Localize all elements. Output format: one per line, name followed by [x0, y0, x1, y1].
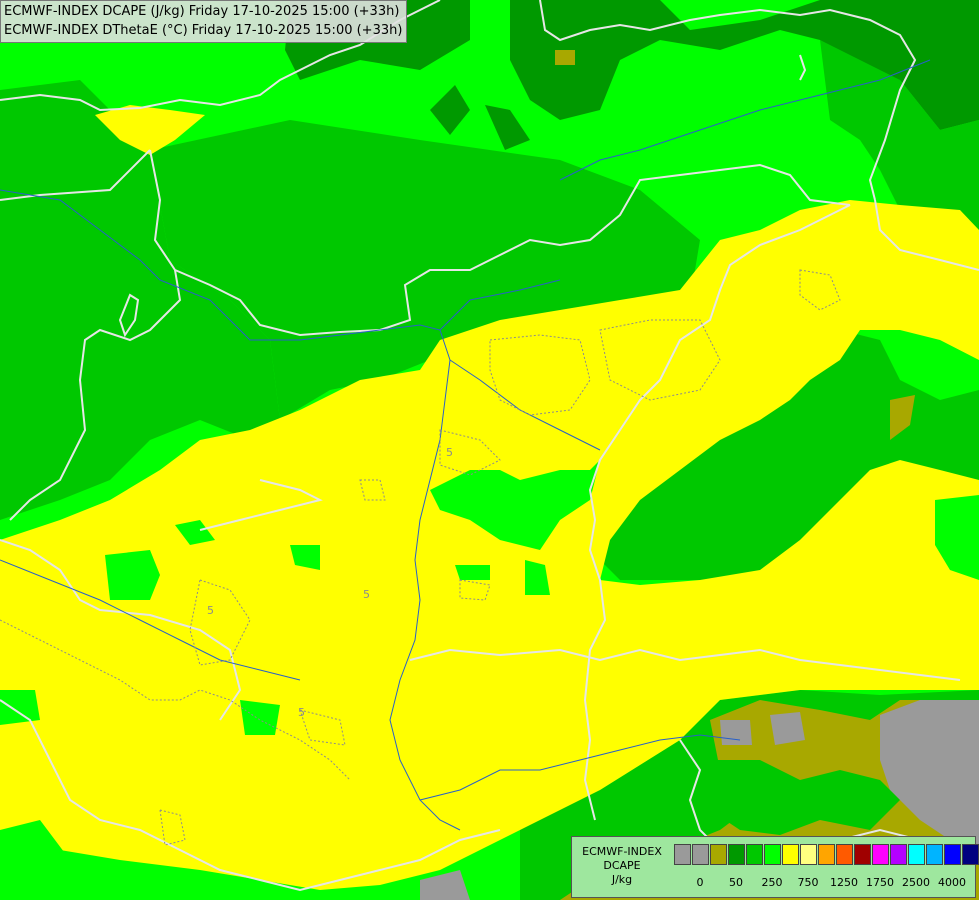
contour-label: 5	[363, 588, 370, 601]
legend-swatch	[854, 844, 871, 865]
legend-swatch	[890, 844, 907, 865]
dcape-gray-spot-2	[720, 720, 752, 745]
legend-swatch	[728, 844, 745, 865]
contour-label: 5	[298, 706, 305, 719]
legend-swatch	[782, 844, 799, 865]
dcape-green-patch-4	[240, 700, 280, 735]
color-legend: ECMWF-INDEX DCAPE J/kg 0 50 250 750 1250 1750…	[571, 836, 979, 898]
contour-label: 5	[207, 604, 214, 617]
legend-swatch	[692, 844, 709, 865]
legend-swatch	[746, 844, 763, 865]
legend-swatch	[674, 844, 691, 865]
contour-label: 5	[446, 446, 453, 459]
legend-swatch	[710, 844, 727, 865]
legend-tick-label: 50	[729, 876, 743, 889]
legend-swatch	[962, 844, 979, 865]
legend-swatch	[944, 844, 961, 865]
legend-swatch	[818, 844, 835, 865]
forecast-map: 5 5 5 5 ECMWF-INDEX DCAPE (J/kg) Friday …	[0, 0, 979, 900]
dcape-green-patch-2	[105, 550, 160, 600]
header-line-dthetae: ECMWF-INDEX DThetaE (°C) Friday 17-10-20…	[4, 23, 403, 38]
legend-tick-label: 1250	[830, 876, 858, 889]
legend-variable: DCAPE	[603, 859, 641, 872]
legend-label-block: ECMWF-INDEX DCAPE J/kg	[574, 845, 670, 887]
legend-tick-label: 1750	[866, 876, 894, 889]
dcape-green-patch-6	[455, 565, 490, 580]
legend-tick-label: 2500	[902, 876, 930, 889]
map-canvas: 5 5 5 5	[0, 0, 979, 900]
dcape-olive-small	[555, 50, 575, 65]
legend-ticks: 0 50 250 750 1250 1750 2500 4000	[674, 876, 974, 890]
legend-unit: J/kg	[611, 873, 633, 886]
dcape-gray-spot-1	[770, 712, 805, 745]
legend-tick-label: 0	[696, 876, 704, 889]
legend-swatch	[908, 844, 925, 865]
legend-tick-label: 750	[797, 876, 819, 889]
header-line-dcape: ECMWF-INDEX DCAPE (J/kg) Friday 17-10-20…	[4, 4, 400, 19]
legend-tick-label: 4000	[938, 876, 966, 889]
legend-swatch	[836, 844, 853, 865]
legend-swatches	[674, 844, 979, 865]
legend-tick-label: 250	[761, 876, 783, 889]
dcape-green-patch-5	[0, 690, 40, 725]
map-header: ECMWF-INDEX DCAPE (J/kg) Friday 17-10-20…	[0, 0, 408, 43]
legend-swatch	[764, 844, 781, 865]
legend-swatch	[926, 844, 943, 865]
legend-title: ECMWF-INDEX	[582, 845, 662, 858]
legend-swatch	[872, 844, 889, 865]
legend-swatch	[800, 844, 817, 865]
